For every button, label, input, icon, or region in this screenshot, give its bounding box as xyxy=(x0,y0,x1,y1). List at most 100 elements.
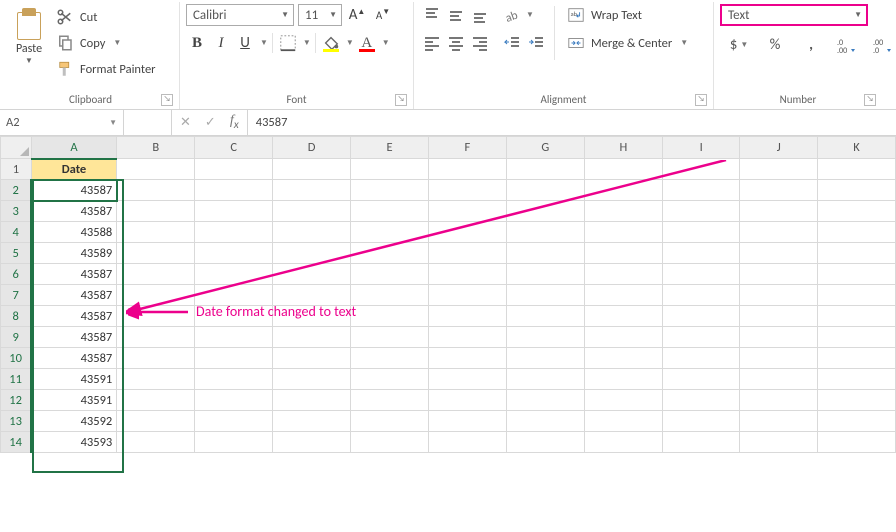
bold-button[interactable]: B xyxy=(186,32,208,54)
cell[interactable] xyxy=(429,201,507,222)
cell[interactable] xyxy=(429,348,507,369)
underline-button[interactable]: U xyxy=(234,32,256,54)
cell[interactable] xyxy=(506,243,584,264)
cell[interactable] xyxy=(195,201,273,222)
cell[interactable] xyxy=(273,327,351,348)
cell[interactable] xyxy=(818,243,896,264)
cell[interactable] xyxy=(818,222,896,243)
column-header-K[interactable]: K xyxy=(818,137,896,159)
row-header[interactable]: 2 xyxy=(1,180,32,201)
cell[interactable] xyxy=(273,159,351,180)
cell[interactable] xyxy=(195,369,273,390)
decrease-decimal-button[interactable]: .00.0 xyxy=(870,34,896,56)
cell[interactable] xyxy=(273,369,351,390)
italic-button[interactable]: I xyxy=(210,32,232,54)
cell[interactable] xyxy=(429,390,507,411)
row-header[interactable]: 4 xyxy=(1,222,32,243)
cell[interactable] xyxy=(740,369,818,390)
cell[interactable] xyxy=(584,180,662,201)
cell[interactable] xyxy=(195,327,273,348)
font-launcher-icon[interactable]: ↘ xyxy=(395,94,407,106)
cell[interactable]: 43587 xyxy=(31,180,117,201)
insert-function-icon[interactable]: fx xyxy=(230,113,239,132)
cell[interactable] xyxy=(195,432,273,453)
copy-button[interactable]: Copy ▼ xyxy=(54,32,158,54)
row-header[interactable]: 14 xyxy=(1,432,32,453)
merge-dropdown-icon[interactable]: ▼ xyxy=(680,38,688,48)
comma-format-button[interactable]: , xyxy=(798,34,824,56)
cell[interactable] xyxy=(351,327,429,348)
increase-indent-button[interactable] xyxy=(524,32,548,54)
cell[interactable] xyxy=(195,411,273,432)
cell[interactable] xyxy=(818,390,896,411)
cell[interactable] xyxy=(273,411,351,432)
cell[interactable]: 43591 xyxy=(31,369,117,390)
increase-decimal-button[interactable]: .0.00 xyxy=(834,34,860,56)
cell[interactable] xyxy=(740,159,818,180)
enter-formula-icon[interactable]: ✓ xyxy=(205,115,216,130)
column-header-H[interactable]: H xyxy=(584,137,662,159)
cell[interactable] xyxy=(273,390,351,411)
row-header[interactable]: 3 xyxy=(1,201,32,222)
cell[interactable] xyxy=(662,243,739,264)
fill-color-dropdown-icon[interactable]: ▼ xyxy=(346,38,354,48)
cell[interactable] xyxy=(273,222,351,243)
cell[interactable] xyxy=(273,201,351,222)
cell[interactable] xyxy=(818,159,896,180)
column-header-A[interactable]: A xyxy=(31,137,117,159)
cell[interactable] xyxy=(818,264,896,285)
cell[interactable] xyxy=(584,432,662,453)
row-header[interactable]: 9 xyxy=(1,327,32,348)
cell[interactable] xyxy=(195,243,273,264)
cell[interactable]: 43587 xyxy=(31,348,117,369)
cell[interactable]: 43587 xyxy=(31,285,117,306)
cell[interactable] xyxy=(506,411,584,432)
align-right-button[interactable] xyxy=(468,32,492,54)
cell[interactable] xyxy=(429,369,507,390)
paste-dropdown-icon[interactable]: ▼ xyxy=(25,56,33,66)
number-launcher-icon[interactable]: ↘ xyxy=(864,94,876,106)
cell[interactable] xyxy=(506,348,584,369)
cell[interactable]: Date xyxy=(31,159,117,180)
underline-dropdown-icon[interactable]: ▼ xyxy=(260,38,268,48)
cell[interactable]: 43592 xyxy=(31,411,117,432)
cell[interactable] xyxy=(117,306,195,327)
cell[interactable] xyxy=(662,432,739,453)
orientation-button[interactable]: ab xyxy=(500,4,524,26)
cell[interactable] xyxy=(351,222,429,243)
row-header[interactable]: 1 xyxy=(1,159,32,180)
format-painter-button[interactable]: Format Painter xyxy=(54,58,158,80)
cell[interactable] xyxy=(818,285,896,306)
cell[interactable] xyxy=(117,243,195,264)
row-header[interactable]: 11 xyxy=(1,369,32,390)
cell[interactable] xyxy=(740,264,818,285)
cell[interactable] xyxy=(740,306,818,327)
cell[interactable] xyxy=(117,432,195,453)
decrease-indent-button[interactable] xyxy=(500,32,524,54)
worksheet-grid[interactable]: ABCDEFGHIJK 1Date24358734358744358854358… xyxy=(0,136,896,453)
cancel-formula-icon[interactable]: ✕ xyxy=(180,115,191,130)
cell[interactable] xyxy=(740,411,818,432)
cell[interactable] xyxy=(662,222,739,243)
cell[interactable] xyxy=(506,264,584,285)
font-color-dropdown-icon[interactable]: ▼ xyxy=(382,38,390,48)
cell[interactable] xyxy=(195,159,273,180)
row-header[interactable]: 12 xyxy=(1,390,32,411)
cell[interactable] xyxy=(429,222,507,243)
cell[interactable] xyxy=(506,306,584,327)
cell[interactable] xyxy=(584,243,662,264)
cell[interactable] xyxy=(662,180,739,201)
cell[interactable] xyxy=(273,264,351,285)
cell[interactable] xyxy=(584,390,662,411)
cell[interactable] xyxy=(195,222,273,243)
cell[interactable] xyxy=(662,327,739,348)
cell[interactable] xyxy=(506,285,584,306)
cell[interactable] xyxy=(506,180,584,201)
cell[interactable] xyxy=(273,432,351,453)
column-header-D[interactable]: D xyxy=(273,137,351,159)
select-all-corner[interactable] xyxy=(1,137,32,159)
cell[interactable] xyxy=(117,327,195,348)
cell[interactable] xyxy=(117,390,195,411)
cell[interactable] xyxy=(429,243,507,264)
cell[interactable] xyxy=(740,243,818,264)
